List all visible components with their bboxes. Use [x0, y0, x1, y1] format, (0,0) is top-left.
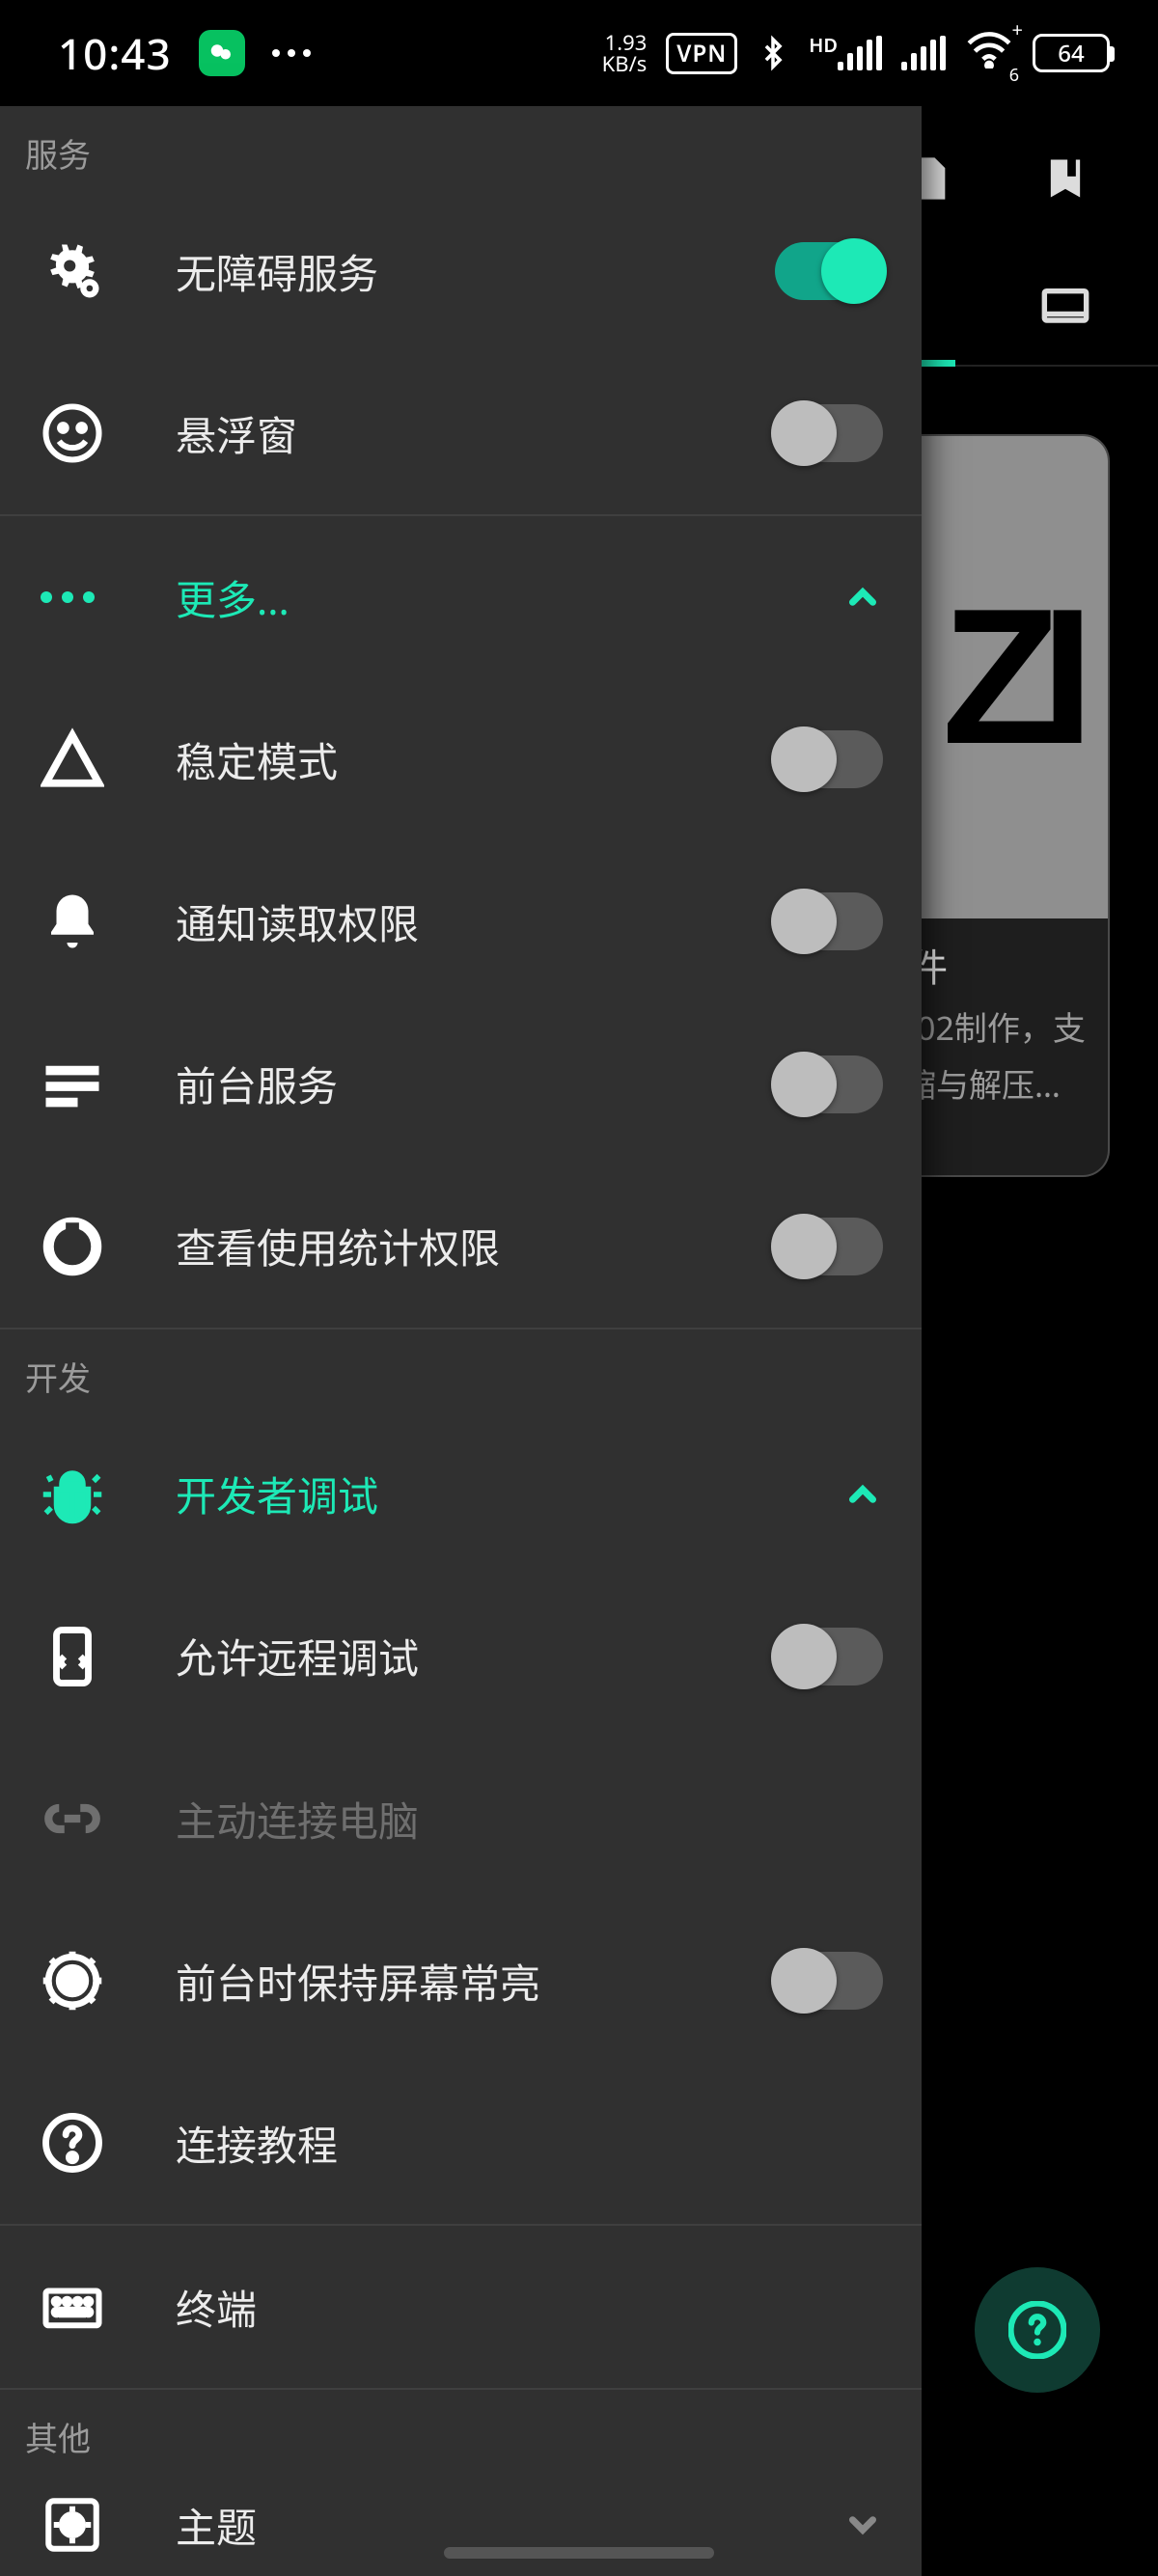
gears-icon [41, 239, 104, 303]
wifi-icon: + 6 [965, 26, 1013, 81]
foreground-service-item[interactable]: 前台服务 [0, 1003, 922, 1165]
stable-label: 稳定模式 [176, 730, 775, 789]
battery-indicator: 64 [1033, 34, 1110, 72]
more-dots-icon [272, 49, 311, 57]
usage-stats-item[interactable]: 查看使用统计权限 [0, 1165, 922, 1328]
bluetooth-icon [757, 32, 789, 74]
theme-label: 主题 [176, 2496, 842, 2555]
section-dev: 开发 [0, 1329, 922, 1413]
keep-screen-toggle[interactable] [775, 1952, 883, 2010]
connect-pc-label: 主动连接电脑 [176, 1790, 883, 1849]
phone-dev-icon [41, 1625, 104, 1688]
developer-debug-item[interactable]: 开发者调试 [0, 1413, 922, 1576]
keyboard-icon [41, 2275, 104, 2339]
dots-horizontal-icon [41, 591, 104, 603]
gesture-handle[interactable] [444, 2547, 714, 2559]
keep-screen-item[interactable]: 前台时保持屏幕常亮 [0, 1900, 922, 2062]
signal-2-icon [901, 36, 946, 70]
foreground-label: 前台服务 [176, 1055, 775, 1113]
chevron-up-icon [842, 1474, 883, 1515]
foreground-toggle[interactable] [775, 1055, 883, 1113]
vpn-badge: VPN [666, 33, 737, 74]
more-label: 更多... [176, 568, 842, 627]
wechat-icon [199, 30, 245, 76]
notification-access-item[interactable]: 通知读取权限 [0, 840, 922, 1002]
remote-debug-label: 允许远程调试 [176, 1627, 775, 1685]
link-icon [41, 1787, 104, 1850]
remote-debug-toggle[interactable] [775, 1628, 883, 1685]
navigation-drawer: 服务 无障碍服务 悬浮窗 更多... 稳定模式 通知读取权限 [0, 106, 922, 2576]
remote-debug-item[interactable]: 允许远程调试 [0, 1576, 922, 1738]
notif-access-toggle[interactable] [775, 892, 883, 950]
network-speed: 1.93 KB/s [602, 32, 648, 74]
bell-icon [41, 890, 104, 953]
brightness-icon [41, 1949, 104, 2013]
keep-screen-label: 前台时保持屏幕常亮 [176, 1952, 775, 2011]
accessibility-label: 无障碍服务 [176, 242, 775, 301]
triangle-icon [41, 727, 104, 791]
connect-tut-label: 连接教程 [176, 2114, 883, 2173]
signal-1-icon [838, 36, 882, 70]
theme-item[interactable]: 主题 [0, 2474, 922, 2576]
chevron-up-icon [842, 577, 883, 617]
help-fab[interactable] [975, 2267, 1100, 2393]
more-item[interactable]: 更多... [0, 516, 922, 678]
smiley-icon [41, 401, 104, 465]
terminal-label: 终端 [176, 2278, 883, 2337]
connect-tutorial-item[interactable]: 连接教程 [0, 2062, 922, 2224]
chevron-down-icon [842, 2505, 883, 2545]
brightness-square-icon [41, 2493, 104, 2557]
hd-label: HD [809, 32, 838, 58]
help-circle-icon [41, 2111, 104, 2175]
accessibility-toggle[interactable] [775, 242, 883, 300]
notif-access-label: 通知读取权限 [176, 892, 775, 951]
terminal-item[interactable]: 终端 [0, 2226, 922, 2388]
overlay-label: 悬浮窗 [176, 404, 775, 463]
stable-toggle[interactable] [775, 730, 883, 788]
status-time: 10:43 [58, 24, 172, 82]
section-service: 服务 [0, 106, 922, 190]
bookmark-icon[interactable] [1040, 153, 1090, 204]
stable-mode-item[interactable]: 稳定模式 [0, 678, 922, 840]
overlay-item[interactable]: 悬浮窗 [0, 352, 922, 514]
dev-debug-label: 开发者调试 [176, 1465, 842, 1523]
bug-icon [41, 1463, 104, 1526]
donut-icon [41, 1215, 104, 1278]
connect-pc-item: 主动连接电脑 [0, 1738, 922, 1900]
accessibility-item[interactable]: 无障碍服务 [0, 190, 922, 352]
status-bar: 10:43 1.93 KB/s VPN HD + 6 64 [0, 0, 1158, 106]
usage-stats-label: 查看使用统计权限 [176, 1217, 775, 1275]
monitor-icon[interactable] [1040, 283, 1090, 333]
section-other: 其他 [0, 2390, 922, 2474]
overlay-toggle[interactable] [775, 404, 883, 462]
usage-stats-toggle[interactable] [775, 1218, 883, 1275]
lines-icon [41, 1053, 104, 1116]
